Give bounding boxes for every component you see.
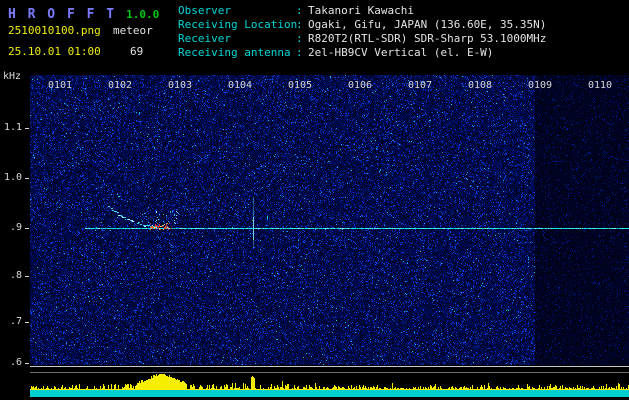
y-tick-label: .8 (9, 270, 22, 281)
signal-level-canvas (30, 365, 629, 400)
y-tick-mark (25, 276, 29, 277)
observation-datetime: 25.10.01 01:00 (8, 45, 101, 58)
y-tick-mark (25, 178, 29, 179)
info-colon: : (296, 46, 303, 59)
y-tick-mark (25, 363, 29, 364)
x-tick-label: 0103 (167, 80, 193, 91)
output-filename: 2510010100.png (8, 24, 101, 37)
y-tick-label: 1.0 (3, 172, 22, 183)
x-tick-label: 0102 (107, 80, 133, 91)
info-label: Receiver (178, 32, 231, 45)
y-tick-label: .9 (9, 222, 22, 233)
info-row-antenna: Receiving antenna : 2el-HB9CV Vertical (… (178, 46, 546, 60)
app-name: H R O F F T (8, 7, 117, 22)
x-tick-label: 0106 (347, 80, 373, 91)
info-label: Observer (178, 4, 231, 17)
x-tick-label: 0110 (587, 80, 613, 91)
echo-count: 69 (130, 45, 144, 58)
y-tick-mark (25, 322, 29, 323)
spectrogram-canvas (30, 75, 629, 365)
mode-label: meteor (113, 24, 153, 37)
x-tick-label: 0108 (467, 80, 493, 91)
info-value: 2el-HB9CV Vertical (el. E-W) (308, 46, 494, 59)
y-tick-mark (25, 128, 29, 129)
info-value: Takanori Kawachi (308, 4, 414, 17)
observer-info-panel: Observer : Takanori Kawachi Receiving Lo… (178, 4, 546, 60)
y-tick-label: .7 (9, 316, 22, 327)
info-colon: : (296, 4, 303, 17)
x-tick-label: 0105 (287, 80, 313, 91)
info-value: Ogaki, Gifu, JAPAN (136.60E, 35.35N) (308, 18, 547, 31)
app-version: 1.0.0 (126, 8, 160, 21)
info-colon: : (296, 32, 303, 45)
x-tick-label: 0104 (227, 80, 253, 91)
x-tick-label: 0107 (407, 80, 433, 91)
y-axis-unit-label: kHz (3, 71, 22, 82)
info-row-receiver: Receiver : R820T2(RTL-SDR) SDR-Sharp 53.… (178, 32, 546, 46)
info-row-location: Receiving Location : Ogaki, Gifu, JAPAN … (178, 18, 546, 32)
hrofft-window: H R O F F T 1.0.0 2510010100.png meteor 2… (0, 0, 629, 400)
info-value: R820T2(RTL-SDR) SDR-Sharp 53.1000MHz (308, 32, 547, 45)
info-row-observer: Observer : Takanori Kawachi (178, 4, 546, 18)
x-tick-label: 0109 (527, 80, 553, 91)
info-label: Receiving antenna (178, 46, 291, 59)
y-tick-label: 1.1 (3, 122, 22, 133)
info-colon: : (296, 18, 303, 31)
x-tick-label: 0101 (47, 80, 73, 91)
y-tick-label: .6 (9, 357, 22, 368)
info-label: Receiving Location (178, 18, 298, 31)
title-row: H R O F F T 1.0.0 (8, 3, 159, 22)
y-tick-mark (25, 228, 29, 229)
